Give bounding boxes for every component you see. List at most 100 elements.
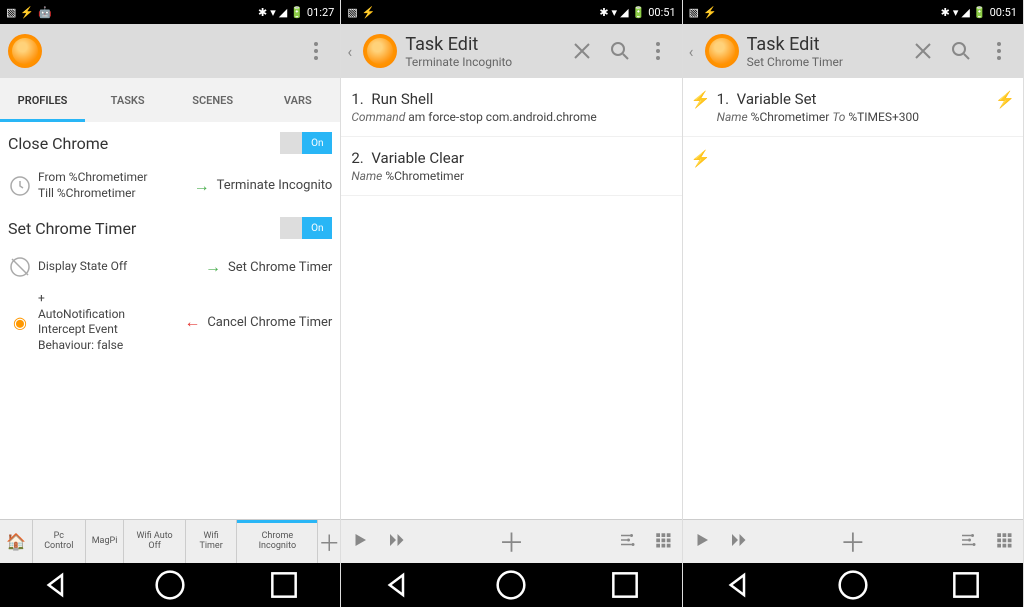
clock-icon [8,174,32,198]
task-link[interactable]: Cancel Chrome Timer [207,315,332,330]
android-nav [683,563,1023,607]
status-bar: ▧ ⚡ ✱ ▾◢ 🔋00:51 [341,0,681,24]
status-time: 00:51 [990,6,1017,19]
battery-icon: 🔋 [290,6,304,19]
signal-icon: ◢ [279,6,287,19]
profile-condition[interactable]: Display State Off → Set Chrome Timer [0,249,340,285]
add-button[interactable]: ＋ [318,526,340,558]
project-tab[interactable]: Pc Control [33,520,86,563]
back-button[interactable] [719,565,759,605]
bluetooth-icon: ✱ [258,6,267,19]
play-icon[interactable] [693,531,711,553]
status-bar: ▧ ⚡ ✱▾◢ 🔋00:51 [683,0,1023,24]
recent-button[interactable] [264,565,304,605]
project-footer: 🏠 Pc Control MagPi Wifi Auto Off Wifi Ti… [0,519,340,563]
project-tab[interactable]: Chrome Incognito [237,520,318,563]
condition-text: Display State Off [38,259,198,275]
battery-icon: 🔋 [632,6,646,19]
bluetooth-icon: ✱ [599,6,608,19]
back-chevron-icon[interactable]: ‹ [689,42,701,61]
task-header: ‹ Task Edit Terminate Incognito [341,24,681,78]
home-project[interactable]: 🏠 [0,520,33,563]
app-header [0,24,340,78]
project-tab[interactable]: Wifi Timer [186,520,238,563]
display-icon [8,255,32,279]
play-icon[interactable] [351,531,369,553]
project-tab[interactable]: MagPi [86,520,125,563]
image-icon: ▧ [6,6,16,19]
project-tab[interactable]: Wifi Auto Off [124,520,185,563]
task-header: ‹ Task Edit Set Chrome Timer [683,24,1023,78]
task-link[interactable]: Set Chrome Timer [228,260,332,275]
profile-header[interactable]: Close Chrome On [0,122,340,164]
wifi-icon: ▾ [953,6,959,19]
recent-button[interactable] [605,565,645,605]
profiles-list: Close Chrome On From %Chrometimer Till %… [0,122,340,519]
flash-icon: ⚡ [362,6,376,19]
task-link[interactable]: Terminate Incognito [217,178,333,193]
action-placeholder: ⚡ [683,137,1023,161]
main-tabs: PROFILES TASKS SCENES VARS [0,78,340,122]
wifi-icon: ▾ [612,6,618,19]
panel-profiles: ▧ ⚡ 🤖 ✱ ▾ ◢ 🔋 01:27 PROFILES TASKS SCENE… [0,0,341,607]
search-icon[interactable] [608,39,632,63]
overflow-icon[interactable] [304,39,328,63]
profile-header[interactable]: Set Chrome Timer On [0,207,340,249]
image-icon: ▧ [689,6,699,19]
home-button[interactable] [833,565,873,605]
overflow-icon[interactable] [987,39,1011,63]
step-icon[interactable] [387,531,405,553]
add-action-button[interactable]: ＋ [415,523,607,560]
profile-condition[interactable]: ◉ + AutoNotification Intercept Event Beh… [0,285,340,359]
home-button[interactable] [150,565,190,605]
action-item[interactable]: ⚡ 1.Variable Set Name %Chrometimer To %T… [683,78,1023,137]
battery-icon: 🔋 [973,6,987,19]
overflow-icon[interactable] [646,39,670,63]
tab-profiles[interactable]: PROFILES [0,78,85,122]
recent-button[interactable] [946,565,986,605]
grid-icon[interactable] [654,531,672,553]
close-icon[interactable] [911,39,935,63]
app-logo [703,32,741,70]
actions-list: 1.Run Shell Command am force-stop com.an… [341,78,681,519]
header-subtitle: Terminate Incognito [405,55,563,69]
status-time: 00:51 [648,6,675,19]
android-nav [341,563,681,607]
arrow-icon: → [204,257,222,277]
tab-tasks[interactable]: TASKS [85,78,170,122]
header-subtitle: Set Chrome Timer [747,55,905,69]
tab-vars[interactable]: VARS [255,78,340,122]
settings-icon[interactable] [618,531,636,553]
signal-icon: ◢ [961,6,969,19]
app-icon: ◉ [8,310,32,334]
profile-name: Set Chrome Timer [8,219,136,238]
action-item[interactable]: 2.Variable Clear Name %Chrometimer [341,137,681,196]
android-nav [0,563,340,607]
task-footer: ＋ [683,519,1023,563]
profile-toggle[interactable]: On [280,132,332,154]
profile-toggle[interactable]: On [280,217,332,239]
flash-icon: ⚡ [703,6,717,19]
flash-icon: ⚡ [20,6,34,19]
action-item[interactable]: 1.Run Shell Command am force-stop com.an… [341,78,681,137]
android-icon: 🤖 [38,6,52,19]
home-button[interactable] [491,565,531,605]
close-icon[interactable] [570,39,594,63]
tab-scenes[interactable]: SCENES [170,78,255,122]
search-icon[interactable] [949,39,973,63]
image-icon: ▧ [347,6,357,19]
header-title: Task Edit [747,34,905,55]
profile-condition[interactable]: From %Chrometimer Till %Chrometimer → Te… [0,164,340,207]
step-icon[interactable] [729,531,747,553]
settings-icon[interactable] [959,531,977,553]
add-action-button[interactable]: ＋ [757,523,949,560]
flash-left-icon: ⚡ [691,149,711,168]
back-button[interactable] [37,565,77,605]
back-chevron-icon[interactable]: ‹ [347,42,359,61]
header-title: Task Edit [405,34,563,55]
back-button[interactable] [378,565,418,605]
signal-icon: ◢ [620,6,628,19]
bluetooth-icon: ✱ [941,6,950,19]
grid-icon[interactable] [995,531,1013,553]
flash-left-icon: ⚡ [691,90,711,109]
